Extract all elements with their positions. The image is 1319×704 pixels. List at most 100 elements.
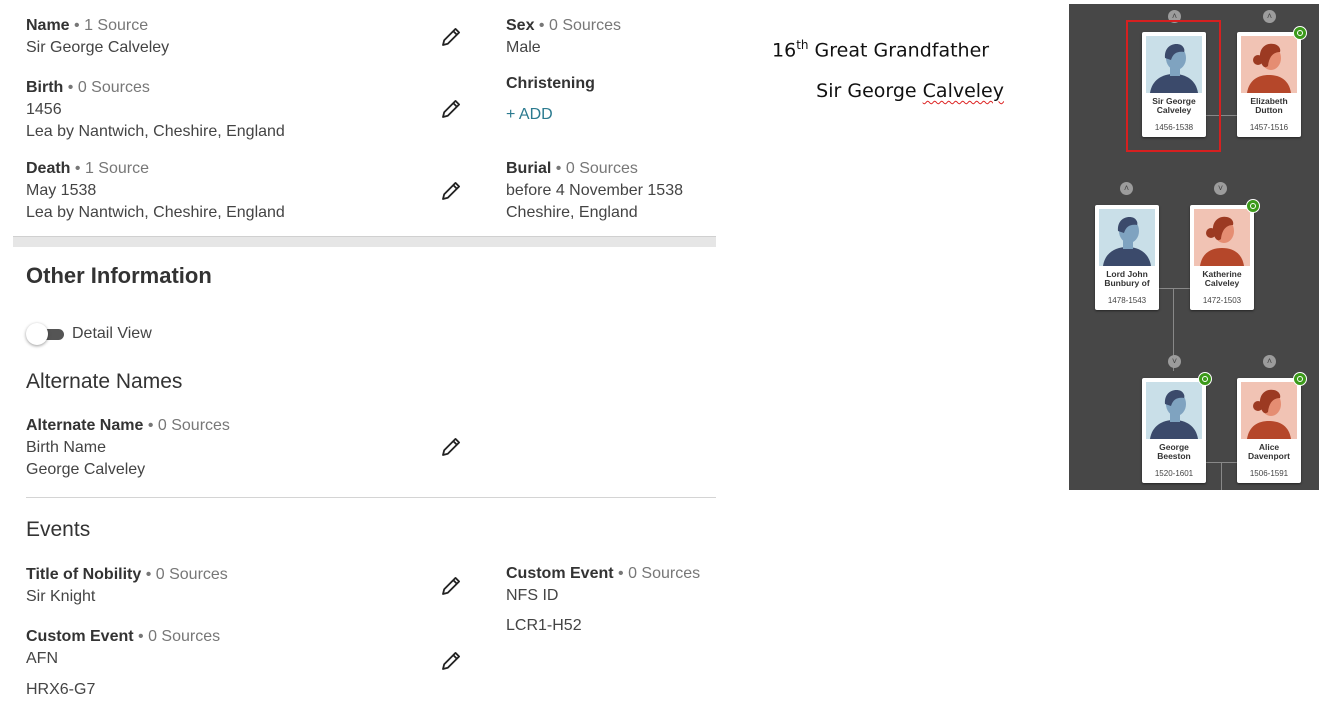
record-hint-icon[interactable] <box>1198 372 1212 386</box>
name-value: Sir George Calveley <box>26 39 170 56</box>
person-card-sir-george-calveley[interactable]: Sir George Calveley 1456-1538 <box>1142 32 1206 137</box>
custom-event-afn-type: AFN <box>26 650 58 667</box>
name-label: Name <box>26 17 70 34</box>
edit-name-pencil-icon[interactable] <box>439 25 463 49</box>
custom-event-nfs-value: LCR1-H52 <box>506 617 582 634</box>
male-portrait-icon <box>1099 209 1155 266</box>
nobility-sources[interactable]: • 0 Sources <box>146 566 228 583</box>
detail-view-toggle[interactable] <box>26 323 64 345</box>
tree-connector <box>1159 288 1191 289</box>
person-name: Alice Davenport <box>1247 442 1291 461</box>
birth-date: 1456 <box>26 101 62 118</box>
custom-event-afn-value: HRX6-G7 <box>26 681 96 698</box>
alternate-name-sources[interactable]: • 0 Sources <box>148 417 230 434</box>
birth-label: Birth <box>26 79 64 96</box>
death-label: Death <box>26 160 71 177</box>
person-dates: 1472-1503 <box>1202 296 1242 305</box>
events-title: Events <box>26 518 91 541</box>
sex-value: Male <box>506 39 541 56</box>
death-date: May 1538 <box>26 182 97 199</box>
birth-place: Lea by Nantwich, Cheshire, England <box>26 123 285 140</box>
divider <box>26 497 716 498</box>
death-field: Death • 1 Source May 1538 Lea by Nantwic… <box>26 158 285 224</box>
custom-event-afn-field: Custom Event • 0 Sources AFN HRX6-G7 <box>26 626 220 701</box>
alternate-names-title: Alternate Names <box>26 370 183 393</box>
relationship-annotation: 16th Great Grandfather <box>772 38 989 61</box>
custom-event-nfs-sources[interactable]: • 0 Sources <box>618 565 700 582</box>
death-sources[interactable]: • 1 Source <box>75 160 149 177</box>
record-hint-icon[interactable] <box>1293 26 1307 40</box>
expand-up-chevron-icon[interactable]: ˄ <box>1263 355 1276 368</box>
edit-custom-event-afn-pencil-icon[interactable] <box>439 649 463 673</box>
edit-birth-pencil-icon[interactable] <box>439 97 463 121</box>
expand-up-chevron-icon[interactable]: ˄ <box>1263 10 1276 23</box>
custom-event-nfs-label: Custom Event <box>506 565 614 582</box>
person-card-katherine-calveley[interactable]: Katherine Calveley 1472-1503 <box>1190 205 1254 310</box>
person-card-elizabeth-dutton[interactable]: Elizabeth Dutton 1457-1516 <box>1237 32 1301 137</box>
record-hint-icon[interactable] <box>1293 372 1307 386</box>
nobility-value: Sir Knight <box>26 588 96 605</box>
sex-sources[interactable]: • 0 Sources <box>539 17 621 34</box>
nobility-event-field: Title of Nobility • 0 Sources Sir Knight <box>26 564 228 608</box>
tree-connector <box>1221 462 1222 490</box>
expand-up-chevron-icon[interactable]: ˄ <box>1120 182 1133 195</box>
edit-nobility-pencil-icon[interactable] <box>439 574 463 598</box>
person-dates: 1457-1516 <box>1249 123 1289 132</box>
person-name: Lord John Bunbury of <box>1104 269 1150 288</box>
male-portrait-icon <box>1146 36 1202 93</box>
custom-event-nfs-type: NFS ID <box>506 587 559 604</box>
custom-event-afn-sources[interactable]: • 0 Sources <box>138 628 220 645</box>
christening-field: Christening + ADD <box>506 73 595 126</box>
alternate-name-value: George Calveley <box>26 461 146 478</box>
toggle-knob <box>26 323 48 345</box>
person-card-george-beeston[interactable]: George Beeston 1520-1601 <box>1142 378 1206 483</box>
female-portrait-icon <box>1194 209 1250 266</box>
edit-death-pencil-icon[interactable] <box>439 179 463 203</box>
person-dates: 1478-1543 <box>1107 296 1147 305</box>
female-portrait-icon <box>1241 36 1297 93</box>
name-sources[interactable]: • 1 Source <box>74 17 148 34</box>
tree-connector <box>1205 462 1239 463</box>
edit-alternate-name-pencil-icon[interactable] <box>439 435 463 459</box>
annotation-name-prefix: Sir George <box>816 80 923 102</box>
sex-label: Sex <box>506 17 535 34</box>
person-dates: 1506-1591 <box>1249 469 1289 478</box>
female-portrait-icon <box>1241 382 1297 439</box>
burial-sources[interactable]: • 0 Sources <box>556 160 638 177</box>
person-name: George Beeston <box>1157 442 1191 461</box>
alternate-name-type: Birth Name <box>26 439 107 456</box>
expand-down-chevron-icon[interactable]: ˅ <box>1214 182 1227 195</box>
alternate-name-label: Alternate Name <box>26 417 144 434</box>
expand-down-chevron-icon[interactable]: ˅ <box>1168 355 1181 368</box>
detail-view-label: Detail View <box>72 325 152 342</box>
record-hint-icon[interactable] <box>1246 199 1260 213</box>
male-portrait-icon <box>1146 382 1202 439</box>
annotation-name-surname: Calveley <box>922 80 1004 102</box>
person-name: Sir George Calveley <box>1152 96 1196 115</box>
birth-field: Birth • 0 Sources 1456 Lea by Nantwich, … <box>26 77 285 143</box>
person-card-alice-davenport[interactable]: Alice Davenport 1506-1591 <box>1237 378 1301 483</box>
person-dates: 1456-1538 <box>1154 123 1194 132</box>
annotation-person-name: Sir George Calveley <box>816 80 1004 102</box>
alternate-name-field: Alternate Name • 0 Sources Birth Name Ge… <box>26 415 230 481</box>
burial-label: Burial <box>506 160 552 177</box>
name-field: Name • 1 Source Sir George Calveley <box>26 15 169 59</box>
nobility-label: Title of Nobility <box>26 566 142 583</box>
sex-field: Sex • 0 Sources Male <box>506 15 621 59</box>
person-card-lord-john-bunbury[interactable]: Lord John Bunbury of 1478-1543 <box>1095 205 1159 310</box>
person-name: Katherine Calveley <box>1202 269 1242 288</box>
christening-label: Christening <box>506 75 595 92</box>
relationship-text: Great Grandfather <box>814 39 990 62</box>
burial-date: before 4 November 1538 <box>506 182 683 199</box>
birth-sources[interactable]: • 0 Sources <box>68 79 150 96</box>
person-name: Elizabeth Dutton <box>1250 96 1288 115</box>
family-tree-panel: ˄ ˄ Sir George Calveley 1456-1538 Elizabe… <box>1069 4 1319 490</box>
burial-place: Cheshire, England <box>506 204 638 221</box>
section-divider-band <box>13 236 716 247</box>
other-info-title: Other Information <box>26 263 212 288</box>
burial-field: Burial • 0 Sources before 4 November 153… <box>506 158 683 224</box>
custom-event-nfs-field: Custom Event • 0 Sources NFS ID LCR1-H52 <box>506 563 700 637</box>
death-place: Lea by Nantwich, Cheshire, England <box>26 204 285 221</box>
person-dates: 1520-1601 <box>1154 469 1194 478</box>
christening-add-button[interactable]: + ADD <box>506 104 595 126</box>
